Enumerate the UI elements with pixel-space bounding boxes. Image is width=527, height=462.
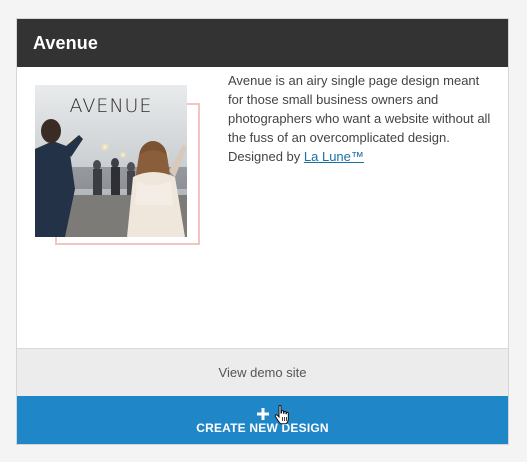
hand-pointer-icon <box>274 405 289 425</box>
thumbnail-overlay-title: AVENUE <box>69 95 153 117</box>
create-new-design-button[interactable]: CREATE NEW DESIGN <box>17 396 508 444</box>
designer-credit-link[interactable]: La Lune™ <box>304 149 364 164</box>
create-new-design-label: CREATE NEW DESIGN <box>196 420 329 435</box>
design-thumbnail: AVENUE <box>35 85 187 237</box>
view-demo-label: View demo site <box>218 365 307 380</box>
plus-icon <box>256 407 269 420</box>
card-header: Avenue <box>17 19 508 67</box>
design-description: Avenue is an airy single page design mea… <box>228 71 496 166</box>
design-card: Avenue AVENUE Avenue is an airy single p… <box>16 18 509 445</box>
card-body: AVENUE Avenue is an airy single page des… <box>17 67 508 348</box>
thumbnail-frame: AVENUE <box>35 85 202 249</box>
view-demo-button[interactable]: View demo site <box>17 348 508 396</box>
design-title: Avenue <box>33 32 98 53</box>
